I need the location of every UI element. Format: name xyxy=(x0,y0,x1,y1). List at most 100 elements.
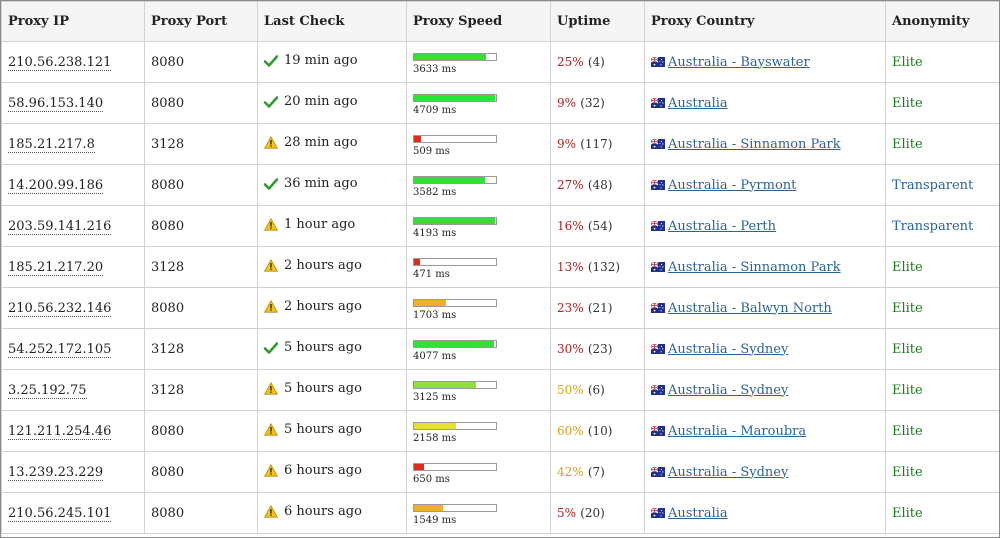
speed-ms-value: 4709 ms xyxy=(413,104,457,116)
uptime-percent: 9% xyxy=(557,136,577,151)
proxy-ip-value[interactable]: 13.239.23.229 xyxy=(8,464,104,481)
last-check-value: 5 hours ago xyxy=(284,340,362,355)
country-cell: Australia xyxy=(644,492,886,534)
proxy-ip-value[interactable]: 3.25.192.75 xyxy=(8,382,87,399)
uptime-percent: 30% xyxy=(557,341,584,356)
anonymity-cell: Elite xyxy=(885,492,999,534)
speed-ms-value: 2158 ms xyxy=(413,432,457,444)
uptime-percent: 5% xyxy=(557,505,577,520)
uptime-cell: 25% (4) xyxy=(550,41,645,83)
proxy-country-link[interactable]: Australia - Sydney xyxy=(668,383,788,398)
last-check-value: 6 hours ago xyxy=(284,463,362,478)
header-last-check[interactable]: Last Check xyxy=(257,1,407,42)
warning-icon xyxy=(263,299,282,317)
proxy-country-link[interactable]: Australia - Sydney xyxy=(668,465,788,480)
proxy-ip-value[interactable]: 210.56.238.121 xyxy=(8,54,112,71)
anonymity-value: Transparent xyxy=(892,177,974,193)
warning-icon xyxy=(263,135,282,153)
uptime-percent: 16% xyxy=(557,218,584,233)
proxy-port-value: 8080 xyxy=(151,54,185,70)
country-cell: Australia xyxy=(644,82,886,124)
uptime-cell: 16% (54) xyxy=(550,205,645,247)
check-icon xyxy=(263,178,282,194)
australia-flag-icon xyxy=(650,343,665,354)
uptime-cell: 30% (23) xyxy=(550,328,645,370)
speed-bar-fill xyxy=(414,135,421,142)
proxy-country-link[interactable]: Australia - Balwyn North xyxy=(668,301,832,316)
proxy-ip-value[interactable]: 210.56.245.101 xyxy=(8,505,112,522)
proxy-ip-value[interactable]: 210.56.232.146 xyxy=(8,300,112,317)
proxy-port-value: 8080 xyxy=(151,218,185,234)
port-cell: 3128 xyxy=(144,369,258,411)
header-uptime[interactable]: Uptime xyxy=(550,1,645,42)
speed-bar xyxy=(413,52,497,61)
proxy-ip-value[interactable]: 185.21.217.8 xyxy=(8,136,95,153)
speed-cell: 650 ms xyxy=(406,451,551,493)
uptime-count: (4) xyxy=(587,54,605,69)
speed-bar-fill xyxy=(414,176,486,183)
proxy-country-link[interactable]: Australia - Sinnamon Park xyxy=(668,137,841,152)
speed-bar-fill xyxy=(414,422,456,429)
header-proxy-ip[interactable]: Proxy IP xyxy=(1,1,145,42)
port-cell: 8080 xyxy=(144,287,258,329)
speed-ms-value: 4193 ms xyxy=(413,227,457,239)
uptime-cell: 42% (7) xyxy=(550,451,645,493)
proxy-ip-value[interactable]: 121.211.254.46 xyxy=(8,423,112,440)
last-check-value: 2 hours ago xyxy=(284,299,362,314)
uptime-percent: 9% xyxy=(557,95,577,110)
speed-ms-value: 3633 ms xyxy=(413,63,457,75)
port-cell: 8080 xyxy=(144,164,258,206)
header-anonymity[interactable]: Anonymity xyxy=(885,1,999,42)
proxy-country-link[interactable]: Australia - Bayswater xyxy=(668,55,810,70)
uptime-percent: 27% xyxy=(557,177,584,192)
anonymity-cell: Elite xyxy=(885,246,999,288)
header-proxy-speed[interactable]: Proxy Speed xyxy=(406,1,551,42)
port-cell: 3128 xyxy=(144,328,258,370)
uptime-count: (21) xyxy=(587,300,613,315)
port-cell: 8080 xyxy=(144,82,258,124)
anonymity-value: Elite xyxy=(892,341,923,357)
proxy-port-value: 3128 xyxy=(151,341,185,357)
proxy-ip-value[interactable]: 58.96.153.140 xyxy=(8,95,104,112)
speed-bar xyxy=(413,134,497,143)
speed-ms-value: 1703 ms xyxy=(413,309,457,321)
proxy-country-link[interactable]: Australia xyxy=(668,96,728,111)
speed-ms-value: 650 ms xyxy=(413,473,450,485)
uptime-percent: 60% xyxy=(557,423,584,438)
last-check-cell: 2 hours ago xyxy=(257,246,407,288)
table-row: 203.59.141.216 8080 1 hour ago 4193 ms 1… xyxy=(1,205,999,247)
speed-bar xyxy=(413,421,497,430)
port-cell: 8080 xyxy=(144,41,258,83)
anonymity-value: Elite xyxy=(892,259,923,275)
proxy-ip-value[interactable]: 185.21.217.20 xyxy=(8,259,104,276)
proxy-port-value: 8080 xyxy=(151,464,185,480)
uptime-percent: 13% xyxy=(557,259,584,274)
last-check-cell: 1 hour ago xyxy=(257,205,407,247)
last-check-value: 5 hours ago xyxy=(284,381,362,396)
header-proxy-port[interactable]: Proxy Port xyxy=(144,1,258,42)
warning-icon xyxy=(263,463,282,481)
proxy-country-link[interactable]: Australia - Sinnamon Park xyxy=(668,260,841,275)
uptime-count: (32) xyxy=(580,95,605,110)
speed-bar-fill xyxy=(414,340,494,347)
australia-flag-icon xyxy=(650,466,665,477)
proxy-ip-value[interactable]: 203.59.141.216 xyxy=(8,218,112,235)
australia-flag-icon xyxy=(650,261,665,272)
proxy-country-link[interactable]: Australia - Perth xyxy=(668,219,776,234)
proxy-country-link[interactable]: Australia - Pyrmont xyxy=(668,178,796,193)
proxy-ip-value[interactable]: 14.200.99.186 xyxy=(8,177,104,194)
last-check-value: 36 min ago xyxy=(284,176,358,191)
australia-flag-icon xyxy=(650,302,665,313)
speed-ms-value: 4077 ms xyxy=(413,350,457,362)
speed-bar-fill xyxy=(414,463,424,470)
speed-cell: 2158 ms xyxy=(406,410,551,452)
proxy-country-link[interactable]: Australia xyxy=(668,506,728,521)
header-proxy-country[interactable]: Proxy Country xyxy=(644,1,886,42)
proxy-country-link[interactable]: Australia - Sydney xyxy=(668,342,788,357)
proxy-country-link[interactable]: Australia - Maroubra xyxy=(668,424,806,439)
uptime-percent: 42% xyxy=(557,464,584,479)
proxy-ip-value[interactable]: 54.252.172.105 xyxy=(8,341,112,358)
uptime-percent: 50% xyxy=(557,382,584,397)
proxy-port-value: 8080 xyxy=(151,300,185,316)
speed-cell: 471 ms xyxy=(406,246,551,288)
